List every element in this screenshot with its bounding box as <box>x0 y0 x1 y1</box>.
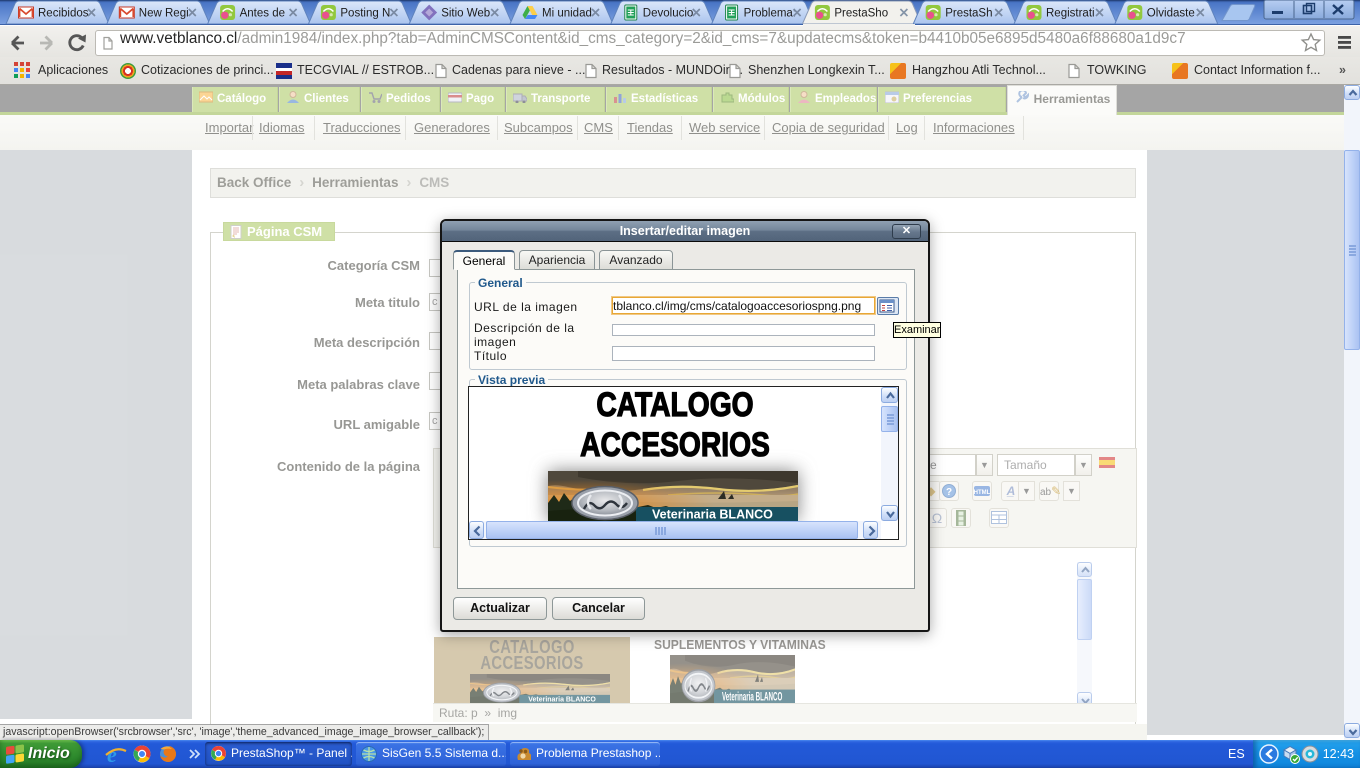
svg-text:PrestaSh: PrestaSh <box>945 8 992 20</box>
svg-text:e: e <box>107 742 117 767</box>
svg-text:Antes de: Antes de <box>240 8 285 20</box>
svg-text:Sitio Web: Sitio Web <box>441 8 490 20</box>
svg-text:Registrati: Registrati <box>1046 8 1095 20</box>
svg-text:New Regi: New Regi <box>139 8 189 20</box>
svg-text:Posting N: Posting N <box>340 8 390 20</box>
svg-text:Mi unidad: Mi unidad <box>542 8 592 20</box>
svg-text:Problema:: Problema: <box>744 8 796 20</box>
svg-text:Olvidaste: Olvidaste <box>1147 8 1195 20</box>
svg-text:Recibidos: Recibidos <box>38 8 89 20</box>
svg-text:PrestaSho: PrestaSho <box>834 8 888 20</box>
svg-text:Devolucio: Devolucio <box>643 8 694 20</box>
